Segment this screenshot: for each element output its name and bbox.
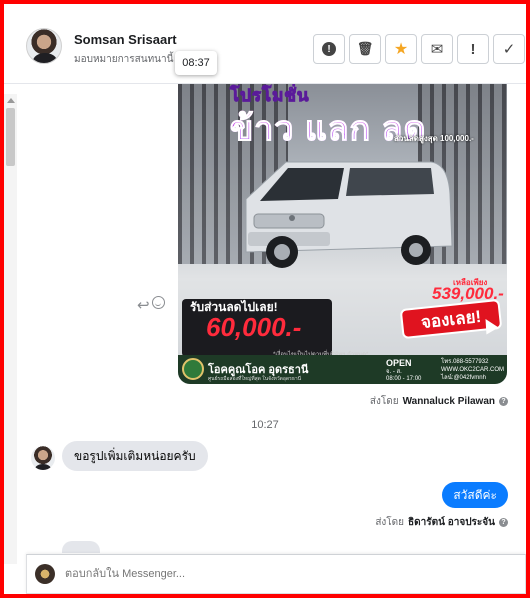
incoming-message-bubble[interactable]: ขอรูปเพิ่มเติมหน่อยครับ <box>62 441 208 471</box>
contact-website: WWW.OKC2CAR.COM <box>441 367 504 373</box>
contact-name[interactable]: Somsan Srisaart <box>74 32 177 47</box>
time-tooltip: 08:37 <box>175 51 217 75</box>
mark-done-button[interactable]: ✓ <box>493 34 525 64</box>
sender-avatar <box>31 446 55 470</box>
emoji-reaction-icon[interactable] <box>151 296 165 309</box>
exclamation-icon: ! <box>470 40 476 58</box>
mark-spam-button[interactable]: ! <box>313 34 345 64</box>
sent-by-line: ส่งโดย Wannaluck Pilawan ? <box>370 394 508 409</box>
scroll-up-arrow-icon[interactable] <box>7 98 15 103</box>
promo-max-discount: ส่วนลดสูงสุด 100,000.- <box>394 134 474 143</box>
scrollbar[interactable] <box>4 94 17 564</box>
open-hours: 08:00 - 17:00 <box>386 376 422 382</box>
opening-hours: จ. - ส. 08:00 - 17:00 <box>386 369 421 383</box>
star-button[interactable]: ★ <box>385 34 417 64</box>
exclamation-circle-icon: ! <box>322 42 336 56</box>
delete-button[interactable]: 🗑 <box>349 34 381 64</box>
page-avatar <box>35 564 55 584</box>
envelope-icon: ✉ <box>430 41 444 58</box>
time-divider: 10:27 <box>251 419 279 431</box>
assign-conversation-dropdown[interactable]: มอบหมายการสนทนานี้ <box>74 52 187 67</box>
inbox-conversation-panel: Somsan Srisaart มอบหมายการสนทนานี้ 08:37… <box>4 4 526 594</box>
brand-logo-icon <box>182 358 204 380</box>
assign-label: มอบหมายการสนทนานี้ <box>74 54 174 65</box>
sent-by-line: ส่งโดย ธิดารัตน์ อาจประจัน ? <box>375 515 508 530</box>
follow-up-button[interactable]: ! <box>457 34 489 64</box>
star-icon: ★ <box>393 41 409 58</box>
check-icon: ✓ <box>502 41 516 58</box>
sent-by-prefix: ส่งโดย <box>369 396 399 407</box>
reply-composer <box>26 554 526 594</box>
discount-amount: 60,000.- <box>206 312 302 342</box>
conversation-actions: ! 🗑 ★ ✉ ! ✓ <box>313 34 525 64</box>
help-icon[interactable]: ? <box>499 518 508 527</box>
scrollbar-thumb[interactable] <box>6 108 15 166</box>
contact-phone: โทร.088-5577932 <box>441 359 489 365</box>
mark-unread-button[interactable]: ✉ <box>421 34 453 64</box>
reply-input[interactable] <box>65 555 505 593</box>
contact-info: โทร.088-5577932 WWW.OKC2CAR.COM ไลน์:@04… <box>441 358 504 382</box>
open-days: จ. - ส. <box>386 369 402 375</box>
partial-message-bubble <box>62 541 100 553</box>
brand-subtitle: ศูนย์รถมือสองที่ใหญ่ที่สุด ในจังหวัดอุดร… <box>208 376 302 382</box>
contact-line: ไลน์:@042fvmnh <box>441 375 486 381</box>
help-icon[interactable]: ? <box>499 397 508 406</box>
open-label: OPEN <box>386 358 412 368</box>
promo-headline: ข้าว แลก ลด <box>230 101 427 155</box>
conversation-header: Somsan Srisaart มอบหมายการสนทนานี้ 08:37… <box>4 4 526 84</box>
reply-icon[interactable]: ↩ <box>137 296 150 314</box>
sender-name: ธิดารัตน์ อาจประจัน <box>408 517 495 528</box>
promo-image-attachment[interactable]: โปรโมชั่น ข้าว แลก ลด ส่วนลดสูงสุด 100,0… <box>178 84 507 384</box>
contact-avatar[interactable] <box>26 28 62 64</box>
van-image <box>245 161 453 268</box>
outgoing-message-bubble[interactable]: สวัสดีค่ะ <box>442 482 508 508</box>
sender-name: Wannaluck Pilawan <box>402 396 495 407</box>
sent-by-prefix: ส่งโดย <box>375 517 405 528</box>
trash-icon: 🗑 <box>356 41 374 56</box>
message-reactions: ↩ <box>137 296 165 314</box>
